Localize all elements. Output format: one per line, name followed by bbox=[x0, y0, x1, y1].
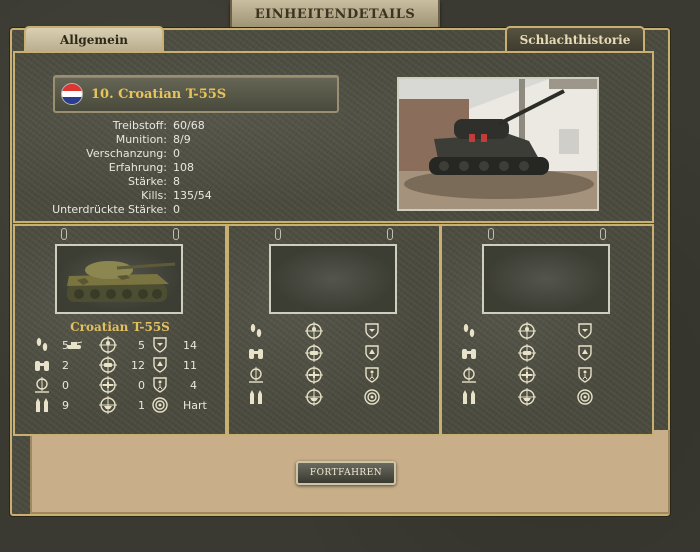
ground-defense-value: 11 bbox=[183, 358, 197, 372]
hook-icon bbox=[173, 228, 179, 240]
croatia-flag-icon bbox=[61, 83, 83, 105]
crosshair-soft-icon bbox=[305, 322, 323, 340]
ammo-value: 9 bbox=[62, 398, 69, 412]
ground-shield-icon bbox=[576, 344, 594, 362]
unit-detail-panel: 10. Croatian T-55S Treibstoff: 60/68 Muni… bbox=[13, 51, 654, 223]
unit-attributes-grid bbox=[460, 322, 645, 406]
close-defense-value: 4 bbox=[190, 378, 197, 392]
unit-slot-3[interactable] bbox=[440, 224, 654, 436]
stat-value: 8/9 bbox=[173, 133, 191, 146]
hook-icon bbox=[387, 228, 393, 240]
target-icon bbox=[363, 388, 381, 406]
soft-attack-value: 5 bbox=[138, 338, 145, 352]
stat-value: 0 bbox=[173, 203, 180, 216]
close-defense-shield-icon bbox=[363, 366, 381, 384]
crosshair-hard-icon bbox=[99, 356, 117, 374]
stat-row: Unterdrückte Stärke: 0 bbox=[33, 203, 273, 217]
crosshair-hard-icon bbox=[518, 344, 536, 362]
unit-slot-2[interactable] bbox=[227, 224, 441, 436]
stat-value: 60/68 bbox=[173, 119, 205, 132]
crosshair-naval-icon bbox=[518, 388, 536, 406]
hook-icon bbox=[275, 228, 281, 240]
stat-label: Stärke: bbox=[127, 175, 167, 188]
close-defense-shield-icon bbox=[576, 366, 594, 384]
crosshair-air-icon bbox=[99, 376, 117, 394]
crosshair-naval-icon bbox=[305, 388, 323, 406]
spotting-value: 2 bbox=[62, 358, 69, 372]
unit-banner: 10. Croatian T-55S bbox=[53, 75, 339, 113]
hook-icon bbox=[600, 228, 606, 240]
stat-value: 108 bbox=[173, 161, 194, 174]
tab-battle-history[interactable]: Schlachthistorie bbox=[505, 26, 645, 52]
stat-row: Verschanzung: 0 bbox=[33, 147, 273, 161]
stat-row: Kills: 135/54 bbox=[33, 189, 273, 203]
range-icon bbox=[247, 366, 265, 384]
hook-icon bbox=[61, 228, 67, 240]
empty-portrait bbox=[269, 244, 397, 314]
stat-value: 135/54 bbox=[173, 189, 212, 202]
unit-attributes-grid bbox=[247, 322, 432, 406]
stat-label: Munition: bbox=[115, 133, 167, 146]
stat-row: Munition: 8/9 bbox=[33, 133, 273, 147]
binoculars-icon bbox=[247, 344, 265, 362]
stat-label: Kills: bbox=[141, 189, 167, 202]
window-title: EINHEITENDETAILS bbox=[230, 0, 440, 30]
crosshair-naval-icon bbox=[99, 396, 117, 414]
range-value: 0 bbox=[62, 378, 69, 392]
stat-value: 0 bbox=[173, 147, 180, 160]
unit-stats: Treibstoff: 60/68 Munition: 8/9 Verschanzu… bbox=[33, 119, 273, 217]
stat-row: Treibstoff: 60/68 bbox=[33, 119, 273, 133]
target-icon bbox=[576, 388, 594, 406]
naval-attack-value: 1 bbox=[138, 398, 145, 412]
boots-icon bbox=[460, 322, 478, 340]
boots-icon bbox=[247, 322, 265, 340]
crosshair-soft-icon bbox=[518, 322, 536, 340]
unit-photo bbox=[397, 77, 599, 211]
ground-shield-icon bbox=[151, 356, 169, 374]
close-defense-shield-icon bbox=[151, 376, 169, 394]
crosshair-air-icon bbox=[518, 366, 536, 384]
ammo-icon bbox=[460, 388, 478, 406]
stat-row: Erfahrung: 108 bbox=[33, 161, 273, 175]
air-shield-icon bbox=[363, 322, 381, 340]
slot-unit-name: Croatian T-55S bbox=[70, 320, 170, 334]
stat-label: Treibstoff: bbox=[112, 119, 167, 132]
continue-button[interactable]: FORTFAHREN bbox=[296, 461, 396, 485]
air-defense-value: 14 bbox=[183, 338, 197, 352]
stat-label: Verschanzung: bbox=[86, 147, 167, 160]
stat-label: Erfahrung: bbox=[108, 161, 167, 174]
binoculars-icon bbox=[460, 344, 478, 362]
crosshair-air-icon bbox=[305, 366, 323, 384]
range-icon bbox=[460, 366, 478, 384]
air-shield-icon bbox=[151, 336, 169, 354]
hard-attack-value: 12 bbox=[131, 358, 145, 372]
ground-shield-icon bbox=[363, 344, 381, 362]
tab-general[interactable]: Allgemein bbox=[24, 26, 164, 52]
air-attack-value: 0 bbox=[138, 378, 145, 392]
unit-portrait bbox=[55, 244, 183, 314]
stat-row: Stärke: 8 bbox=[33, 175, 273, 189]
hook-icon bbox=[488, 228, 494, 240]
target-icon bbox=[151, 396, 169, 414]
air-shield-icon bbox=[576, 322, 594, 340]
stat-value: 8 bbox=[173, 175, 180, 188]
stat-label: Unterdrückte Stärke: bbox=[52, 203, 167, 216]
crosshair-soft-icon bbox=[99, 336, 117, 354]
tank-small-icon bbox=[65, 336, 83, 354]
empty-portrait bbox=[482, 244, 610, 314]
unit-slot-1[interactable]: Croatian T-55S 5 5 14 2 12 11 0 0 4 9 1 … bbox=[13, 224, 227, 436]
target-type-value: Hart bbox=[183, 398, 207, 412]
ammo-icon bbox=[247, 388, 265, 406]
unit-attributes-grid: 5 5 14 2 12 11 0 0 4 9 1 Hart bbox=[33, 336, 218, 414]
crosshair-hard-icon bbox=[305, 344, 323, 362]
unit-name: 10. Croatian T-55S bbox=[91, 86, 227, 102]
